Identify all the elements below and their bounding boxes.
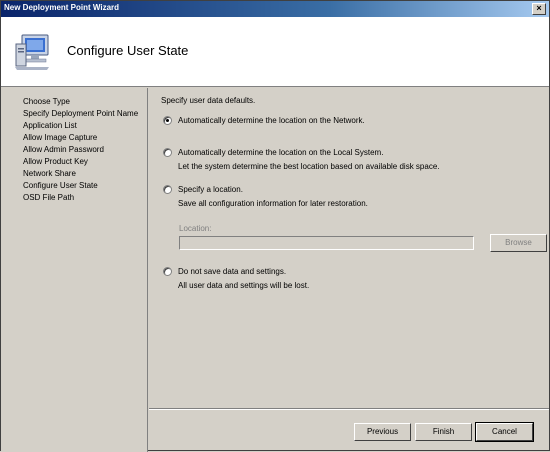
nav-item-osd-file-path[interactable]: OSD File Path (23, 193, 74, 202)
radio-local-system-label[interactable]: Automatically determine the location on … (178, 148, 383, 157)
main-content: Specify user data defaults. Automaticall… (149, 88, 549, 408)
browse-button[interactable]: Browse (490, 234, 547, 252)
previous-button[interactable]: Previous (354, 423, 411, 441)
intro-text: Specify user data defaults. (161, 96, 256, 105)
button-bar: Previous Finish Cancel (149, 408, 549, 452)
nav-item-deployment-point-name[interactable]: Specify Deployment Point Name (23, 109, 138, 118)
radio-network-label[interactable]: Automatically determine the location on … (178, 116, 365, 125)
radio-do-not-save-label[interactable]: Do not save data and settings. (178, 267, 286, 276)
wizard-window: New Deployment Point Wizard × Configure … (0, 0, 550, 452)
computer-icon (15, 34, 49, 70)
location-input[interactable] (179, 236, 474, 250)
radio-specify-location-description: Save all configuration information for l… (178, 199, 368, 208)
radio-local-system-description: Let the system determine the best locati… (178, 162, 440, 171)
nav-item-application-list[interactable]: Application List (23, 121, 77, 130)
radio-do-not-save-description: All user data and settings will be lost. (178, 281, 310, 290)
nav-item-choose-type[interactable]: Choose Type (23, 97, 70, 106)
wizard-steps-nav: Choose Type Specify Deployment Point Nam… (1, 88, 148, 452)
nav-item-network-share[interactable]: Network Share (23, 169, 76, 178)
radio-specify-location-label[interactable]: Specify a location. (178, 185, 243, 194)
close-button[interactable]: × (532, 3, 546, 15)
location-label: Location: (179, 224, 212, 233)
page-title: Configure User State (67, 43, 189, 58)
wizard-header: Configure User State (1, 17, 549, 87)
nav-item-image-capture[interactable]: Allow Image Capture (23, 133, 97, 142)
radio-network[interactable] (163, 116, 172, 125)
title-bar: New Deployment Point Wizard × (1, 1, 549, 17)
nav-item-product-key[interactable]: Allow Product Key (23, 157, 88, 166)
cancel-button[interactable]: Cancel (475, 422, 534, 442)
window-title: New Deployment Point Wizard (4, 3, 120, 12)
radio-local-system[interactable] (163, 148, 172, 157)
radio-do-not-save[interactable] (163, 267, 172, 276)
nav-item-configure-user-state[interactable]: Configure User State (23, 181, 98, 190)
radio-specify-location[interactable] (163, 185, 172, 194)
finish-button[interactable]: Finish (415, 423, 472, 441)
nav-item-admin-password[interactable]: Allow Admin Password (23, 145, 104, 154)
